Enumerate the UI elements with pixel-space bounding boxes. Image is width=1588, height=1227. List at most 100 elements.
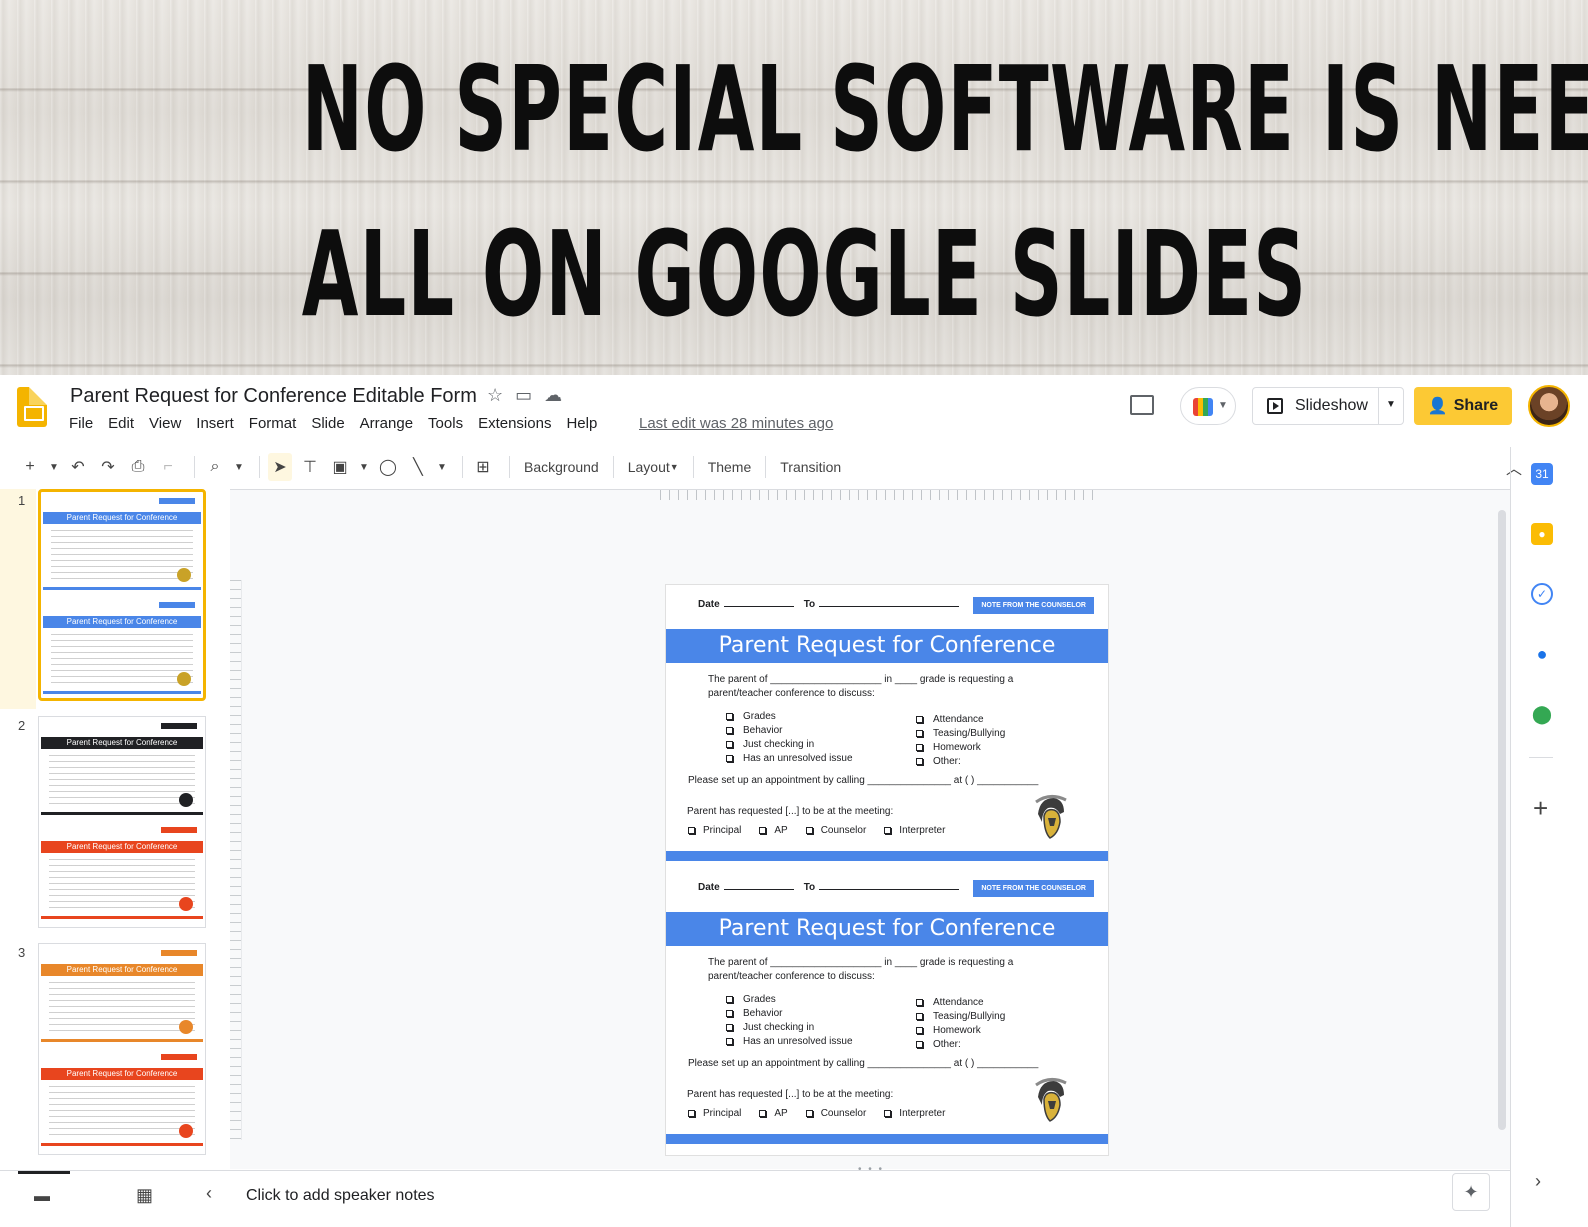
slide-thumbnail-1[interactable]: Parent Request for Conference Parent Requ… xyxy=(38,489,206,701)
explore-assistant-icon[interactable]: ✦ xyxy=(1452,1173,1490,1211)
menu-tools[interactable]: Tools xyxy=(428,415,463,432)
checkbox-icon[interactable] xyxy=(726,1023,733,1031)
slide-thumbnail-3[interactable]: Parent Request for Conference Parent Requ… xyxy=(38,943,206,1155)
checkbox-item[interactable]: Just checking in xyxy=(726,1021,853,1035)
add-comment-icon[interactable]: ⊞ xyxy=(471,453,495,481)
shape-icon[interactable]: ◯ xyxy=(376,453,400,481)
checkbox-icon[interactable] xyxy=(805,826,813,834)
speaker-notes[interactable]: • • • Click to add speaker notes ✦ xyxy=(230,1164,1510,1227)
role-option[interactable]: AP xyxy=(759,1108,788,1119)
contacts-icon[interactable]: ● xyxy=(1531,643,1553,665)
menu-file[interactable]: File xyxy=(69,415,93,432)
layout-chevron-icon[interactable]: ▼ xyxy=(670,453,679,481)
checkbox-icon[interactable] xyxy=(726,740,733,748)
checkbox-item[interactable]: Behavior xyxy=(726,1007,853,1021)
canvas-scrollbar[interactable] xyxy=(1498,510,1506,1130)
tasks-icon[interactable]: ✓ xyxy=(1531,583,1553,605)
checkbox-icon[interactable] xyxy=(688,826,695,834)
move-folder-icon[interactable]: ▭ xyxy=(515,385,532,406)
cloud-status-icon[interactable]: ☁ xyxy=(544,385,562,406)
slide-thumbnail-2[interactable]: Parent Request for Conference Parent Requ… xyxy=(38,716,206,928)
role-option[interactable]: Principal xyxy=(688,825,741,836)
keep-icon[interactable]: ● xyxy=(1531,523,1553,545)
checkbox-icon[interactable] xyxy=(916,729,923,737)
checkbox-icon[interactable] xyxy=(916,1040,923,1048)
menu-arrange[interactable]: Arrange xyxy=(360,415,413,432)
checkbox-icon[interactable] xyxy=(916,998,923,1006)
checkbox-icon[interactable] xyxy=(916,1026,923,1034)
paint-format-icon[interactable]: ⌐ xyxy=(156,453,180,481)
select-cursor-icon[interactable]: ➤ xyxy=(268,453,292,481)
checkbox-item[interactable]: Attendance xyxy=(916,996,1005,1010)
new-slide-chevron-icon[interactable]: ▼ xyxy=(48,453,60,481)
speaker-notes-placeholder[interactable]: Click to add speaker notes xyxy=(246,1187,435,1205)
filmstrip-view-icon[interactable]: ▬ xyxy=(34,1188,50,1206)
comment-history-icon[interactable] xyxy=(1130,395,1154,415)
new-slide-icon[interactable]: + xyxy=(18,453,42,481)
image-icon[interactable]: ▣ xyxy=(328,453,352,481)
checkbox-icon[interactable] xyxy=(726,726,733,734)
expand-panel-chevron-icon[interactable]: › xyxy=(1535,1171,1541,1192)
layout-button[interactable]: Layout xyxy=(628,459,670,475)
menu-insert[interactable]: Insert xyxy=(196,415,234,432)
checkbox-item[interactable]: Attendance xyxy=(916,713,1005,727)
checkbox-item[interactable]: Has an unresolved issue xyxy=(726,1035,853,1049)
share-button[interactable]: 👤 Share xyxy=(1414,387,1512,425)
role-option[interactable]: Interpreter xyxy=(884,1108,945,1119)
checkbox-item[interactable]: Grades xyxy=(726,993,853,1007)
checkbox-icon[interactable] xyxy=(884,826,892,834)
account-avatar[interactable] xyxy=(1528,385,1570,427)
maps-icon[interactable]: ⬤ xyxy=(1531,703,1553,725)
undo-icon[interactable]: ↶ xyxy=(66,453,90,481)
print-icon[interactable]: ⎙ xyxy=(126,453,150,481)
checkbox-item[interactable]: Teasing/Bullying xyxy=(916,1010,1005,1024)
role-option[interactable]: AP xyxy=(759,825,788,836)
checkbox-item[interactable]: Other: xyxy=(916,1038,1005,1052)
image-chevron-icon[interactable]: ▼ xyxy=(358,453,370,481)
grid-view-icon[interactable]: ▦ xyxy=(136,1185,153,1206)
zoom-icon[interactable]: ⌕ xyxy=(203,453,227,481)
calendar-icon[interactable]: 31 xyxy=(1531,463,1553,485)
menu-format[interactable]: Format xyxy=(249,415,297,432)
slideshow-button[interactable]: Slideshow ▼ xyxy=(1252,387,1404,425)
last-edit-link[interactable]: Last edit was 28 minutes ago xyxy=(639,415,833,432)
menu-extensions[interactable]: Extensions xyxy=(478,415,551,432)
theme-button[interactable]: Theme xyxy=(708,459,752,475)
checkbox-icon[interactable] xyxy=(726,995,733,1003)
resize-handle-icon[interactable]: • • • xyxy=(858,1164,884,1175)
checkbox-item[interactable]: Other: xyxy=(916,755,1005,769)
checkbox-icon[interactable] xyxy=(726,1009,733,1017)
checkbox-icon[interactable] xyxy=(726,754,733,762)
vertical-ruler[interactable] xyxy=(230,580,242,1140)
text-box-icon[interactable]: ⊤ xyxy=(298,453,322,481)
checkbox-icon[interactable] xyxy=(916,757,923,765)
star-icon[interactable]: ☆ xyxy=(487,385,503,406)
checkbox-icon[interactable] xyxy=(916,715,923,723)
checkbox-item[interactable]: Has an unresolved issue xyxy=(726,752,853,766)
add-on-plus-icon[interactable]: + xyxy=(1533,793,1548,824)
checkbox-icon[interactable] xyxy=(726,712,733,720)
menu-edit[interactable]: Edit xyxy=(108,415,134,432)
slide-canvas[interactable]: Date To NOTE FROM THE COUNSELOR Parent Requ… xyxy=(230,489,1510,1169)
checkbox-icon[interactable] xyxy=(688,1109,695,1117)
checkbox-item[interactable]: Just checking in xyxy=(726,738,853,752)
checkbox-icon[interactable] xyxy=(916,1012,923,1020)
zoom-chevron-icon[interactable]: ▼ xyxy=(233,453,245,481)
collapse-filmstrip-icon[interactable]: ‹ xyxy=(206,1183,212,1204)
line-chevron-icon[interactable]: ▼ xyxy=(436,453,448,481)
slides-logo-icon[interactable] xyxy=(17,387,47,427)
menu-view[interactable]: View xyxy=(149,415,181,432)
checkbox-icon[interactable] xyxy=(759,1109,767,1117)
role-option[interactable]: Counselor xyxy=(805,1108,866,1119)
checkbox-icon[interactable] xyxy=(759,826,767,834)
role-option[interactable]: Principal xyxy=(688,1108,741,1119)
role-option[interactable]: Interpreter xyxy=(884,825,945,836)
checkbox-item[interactable]: Behavior xyxy=(726,724,853,738)
checkbox-icon[interactable] xyxy=(805,1109,813,1117)
menu-help[interactable]: Help xyxy=(566,415,597,432)
transition-button[interactable]: Transition xyxy=(780,459,841,475)
meet-button[interactable]: ▼ xyxy=(1180,387,1236,425)
horizontal-ruler[interactable] xyxy=(660,490,1100,500)
checkbox-icon[interactable] xyxy=(884,1109,892,1117)
background-button[interactable]: Background xyxy=(524,459,599,475)
